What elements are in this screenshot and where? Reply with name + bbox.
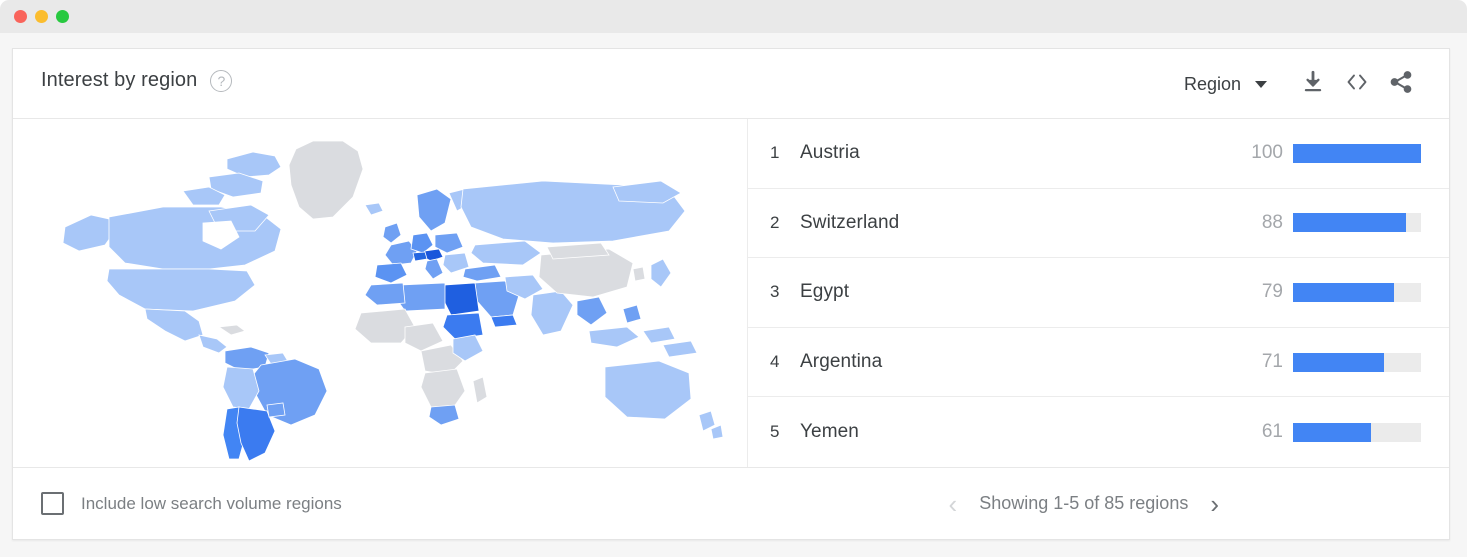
row-value: 100 [1251, 142, 1283, 164]
row-rank: 3 [770, 282, 780, 302]
window-titlebar [0, 0, 1467, 33]
row-region-name: Yemen [800, 421, 859, 443]
minimize-button[interactable] [35, 10, 48, 23]
row-region-name: Switzerland [800, 211, 900, 233]
pagination: ‹ Showing 1-5 of 85 regions › [949, 491, 1219, 517]
table-row[interactable]: 3 Egypt 79 [748, 258, 1449, 328]
card-footer: Include low search volume regions ‹ Show… [13, 467, 1449, 539]
world-map-panel[interactable] [13, 119, 748, 467]
row-bar-track [1293, 282, 1421, 302]
pagination-status: Showing 1-5 of 85 regions [979, 493, 1189, 513]
row-bar-track [1293, 213, 1421, 233]
row-bar-fill [1293, 143, 1421, 163]
chevron-right-icon[interactable]: › [1210, 491, 1219, 517]
checkbox-label: Include low search volume regions [81, 493, 342, 513]
embed-code-icon [1343, 69, 1371, 100]
download-icon [1300, 69, 1326, 100]
row-bar-track [1293, 352, 1421, 372]
chevron-left-icon[interactable]: ‹ [949, 491, 958, 517]
row-rank: 4 [770, 352, 780, 372]
maximize-button[interactable] [56, 10, 69, 23]
row-region-name: Austria [800, 142, 860, 164]
row-region-name: Argentina [800, 351, 883, 373]
interest-by-region-card: Interest by region ? Region 1 Austria 10… [12, 48, 1450, 540]
row-region-name: Egypt [800, 281, 850, 303]
share-button[interactable] [1379, 67, 1423, 101]
window-controls [14, 10, 69, 23]
table-row[interactable]: 4 Argentina 71 [748, 328, 1449, 398]
download-button[interactable] [1291, 67, 1335, 101]
row-bar-fill [1293, 282, 1395, 302]
row-rank: 1 [770, 143, 780, 163]
close-button[interactable] [14, 10, 27, 23]
embed-button[interactable] [1335, 67, 1379, 101]
region-list: 1 Austria 100 2 Switzerland 88 3 Egypt 7… [748, 119, 1449, 467]
row-bar-fill [1293, 352, 1384, 372]
header-toolbar: Region [1182, 67, 1423, 101]
page-title: Interest by region [41, 69, 198, 91]
choropleth-world-map[interactable] [13, 119, 748, 467]
checkbox-icon[interactable] [41, 492, 64, 515]
table-row[interactable]: 5 Yemen 61 [748, 397, 1449, 467]
table-row[interactable]: 1 Austria 100 [748, 119, 1449, 189]
row-value: 79 [1261, 281, 1283, 303]
table-row[interactable]: 2 Switzerland 88 [748, 189, 1449, 259]
header-title-group: Interest by region ? [41, 69, 233, 92]
row-value: 61 [1261, 421, 1283, 443]
include-low-volume-toggle[interactable]: Include low search volume regions [41, 492, 342, 515]
share-icon [1388, 69, 1414, 100]
row-bar-track [1293, 422, 1421, 442]
row-bar-fill [1293, 213, 1406, 233]
row-rank: 2 [770, 212, 780, 232]
row-bar-track [1293, 143, 1421, 163]
browser-window: Interest by region ? Region 1 Austria 10… [0, 0, 1467, 557]
row-value: 71 [1261, 351, 1283, 373]
card-header: Interest by region ? Region [13, 49, 1449, 119]
region-dropdown-value: Region [1183, 73, 1241, 94]
card-body: 1 Austria 100 2 Switzerland 88 3 Egypt 7… [13, 119, 1449, 467]
row-bar-fill [1293, 422, 1372, 442]
row-rank: 5 [770, 422, 780, 442]
region-dropdown[interactable]: Region [1182, 70, 1269, 99]
chevron-down-icon [1255, 80, 1267, 88]
row-value: 88 [1261, 211, 1283, 233]
help-circle-icon[interactable]: ? [210, 69, 233, 92]
